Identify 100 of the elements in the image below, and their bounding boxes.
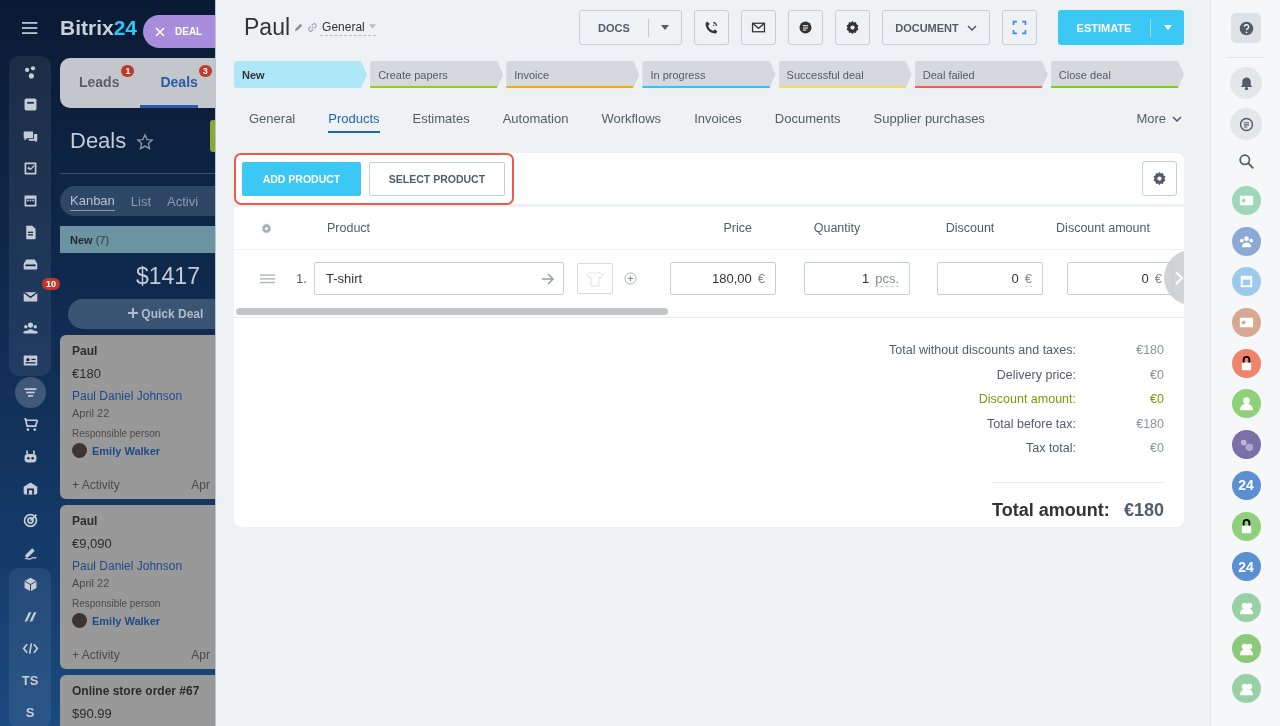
tab[interactable]: Estimates — [412, 107, 470, 133]
field-label: Responsible person — [72, 428, 162, 439]
row-number: 1. — [296, 271, 308, 286]
search-icon[interactable] — [1237, 153, 1255, 170]
total-value: €0 — [1149, 367, 1164, 382]
star-icon[interactable] — [136, 133, 155, 151]
chevron-icon — [966, 24, 977, 31]
help-icon — [1237, 19, 1255, 37]
total-amount-value: €180 — [1122, 500, 1164, 521]
card-date: Apr — [191, 648, 210, 662]
discount-field[interactable]: 0 € — [937, 262, 1043, 295]
card-amount: $90.99 — [72, 706, 113, 721]
settings-icon — [844, 19, 861, 36]
view-tab[interactable]: Kanban — [70, 191, 115, 211]
target-icon[interactable] — [21, 511, 39, 529]
deal-card[interactable]: Online store order #67 $90.99 — [60, 675, 215, 726]
quick-deal-button[interactable]: Quick Deal — [68, 299, 215, 329]
tab[interactable]: Supplier purchases — [873, 107, 985, 133]
chat-button[interactable] — [788, 10, 823, 45]
close-deal-tab[interactable]: DEAL — [143, 15, 215, 48]
column-header: Discount — [944, 221, 996, 235]
tab[interactable]: Workflows — [601, 107, 662, 133]
crm-tab[interactable]: Leads 1 — [60, 58, 141, 108]
call-button[interactable] — [694, 10, 729, 45]
caret-icon — [368, 24, 376, 29]
lock-icon[interactable] — [1231, 511, 1261, 541]
add-activity-link[interactable]: + Activity — [72, 478, 120, 492]
chat-button[interactable] — [1230, 108, 1262, 140]
app-icon[interactable]: 24 — [1231, 552, 1261, 582]
column-name: New — [70, 233, 93, 246]
person-link[interactable]: Emily Walker — [92, 614, 161, 627]
page-title: Deals — [70, 127, 127, 154]
chevron-icon — [1175, 270, 1183, 285]
add-icon[interactable] — [624, 272, 637, 285]
stage-step[interactable]: Deal failed — [914, 61, 1048, 88]
caret-icon — [1163, 25, 1172, 30]
column-header: Quantity — [812, 221, 862, 235]
category-dropdown[interactable]: General — [320, 19, 376, 36]
stage-step[interactable]: New — [234, 61, 368, 88]
cube-icon[interactable] — [21, 575, 39, 593]
tab[interactable]: Documents — [774, 107, 841, 133]
field-label: Responsible person — [72, 598, 162, 609]
stage-step[interactable]: Close deal — [1050, 61, 1184, 88]
phone-icon — [703, 19, 720, 36]
view-tab[interactable]: List — [130, 191, 152, 211]
total-label: Total before tax: — [987, 416, 1076, 431]
avatar-icon — [72, 613, 87, 628]
column-header: Product — [327, 221, 372, 235]
person-link[interactable]: Emily Walker — [92, 444, 161, 457]
lock-icon[interactable] — [1231, 348, 1261, 378]
docs-button[interactable]: DOCS — [579, 10, 682, 45]
scrollbar-thumb[interactable] — [236, 308, 668, 315]
tab[interactable]: Products — [328, 107, 380, 133]
tab[interactable]: General — [249, 107, 296, 133]
total-label: Tax total: — [1025, 441, 1076, 456]
settings-button[interactable] — [835, 10, 870, 45]
arrow-icon[interactable] — [541, 272, 555, 285]
t-shirt-icon — [585, 268, 605, 289]
card-amount: €180 — [72, 366, 102, 381]
total-label: Delivery price: — [996, 367, 1076, 382]
avatar-icon[interactable] — [1231, 430, 1261, 460]
price-field[interactable]: 180,00 € — [670, 262, 776, 295]
logo: Bitrix24 — [60, 16, 138, 40]
drag-handle-icon[interactable] — [260, 272, 275, 285]
column-count: (7) — [95, 233, 110, 246]
deal-card[interactable]: Paul €180 Paul Daniel Johnson April 22 Responsible person Emily Walker + Activity Apr — [60, 335, 215, 499]
contact-link[interactable]: Paul Daniel Johnson — [72, 389, 210, 403]
quantity-field[interactable]: 1 pcs. — [804, 262, 910, 295]
help-button[interactable] — [1231, 13, 1261, 43]
tab[interactable]: Invoices — [694, 107, 742, 133]
stage-step[interactable]: Invoice — [506, 61, 640, 88]
mail-button[interactable] — [741, 10, 776, 45]
card-date: April 22 — [72, 407, 111, 419]
add-activity-link[interactable]: + Activity — [72, 648, 120, 662]
column-total: $1417 — [135, 261, 201, 291]
settings-button[interactable] — [1142, 161, 1177, 196]
scan-button[interactable] — [1002, 10, 1037, 45]
contact-link[interactable]: Paul Daniel Johnson — [72, 559, 210, 573]
total-value: €180 — [1135, 416, 1164, 431]
tab[interactable]: Automation — [502, 107, 569, 133]
total-value: €0 — [1149, 441, 1164, 456]
plus-icon — [128, 308, 138, 318]
total-amount-label: Total amount: — [992, 500, 1110, 521]
document-button[interactable]: DOCUMENT — [882, 10, 990, 45]
settings-icon — [1151, 170, 1168, 187]
more-tab[interactable]: More — [1136, 107, 1182, 133]
notifications-button[interactable] — [1230, 67, 1262, 99]
pencil-icon[interactable] — [293, 22, 305, 33]
stage-step[interactable]: Create papers — [370, 61, 504, 88]
card-title: Paul — [72, 514, 99, 528]
view-tab[interactable]: Activi — [167, 191, 199, 211]
nav-item[interactable]: S — [25, 704, 35, 720]
product-field[interactable]: T-shirt — [314, 262, 564, 295]
app-icon[interactable]: 24 — [1231, 470, 1261, 500]
funnel-icon[interactable] — [14, 376, 46, 408]
menu-icon[interactable] — [21, 21, 39, 35]
deal-card[interactable]: Paul €9,090 Paul Daniel Johnson April 22 Responsible person Emily Walker + Activity Apr — [60, 505, 215, 669]
stage-step[interactable]: In progress — [642, 61, 776, 88]
select-product-button[interactable]: SELECT PRODUCT — [369, 161, 505, 196]
stage-step[interactable]: Successful deal — [778, 61, 912, 88]
